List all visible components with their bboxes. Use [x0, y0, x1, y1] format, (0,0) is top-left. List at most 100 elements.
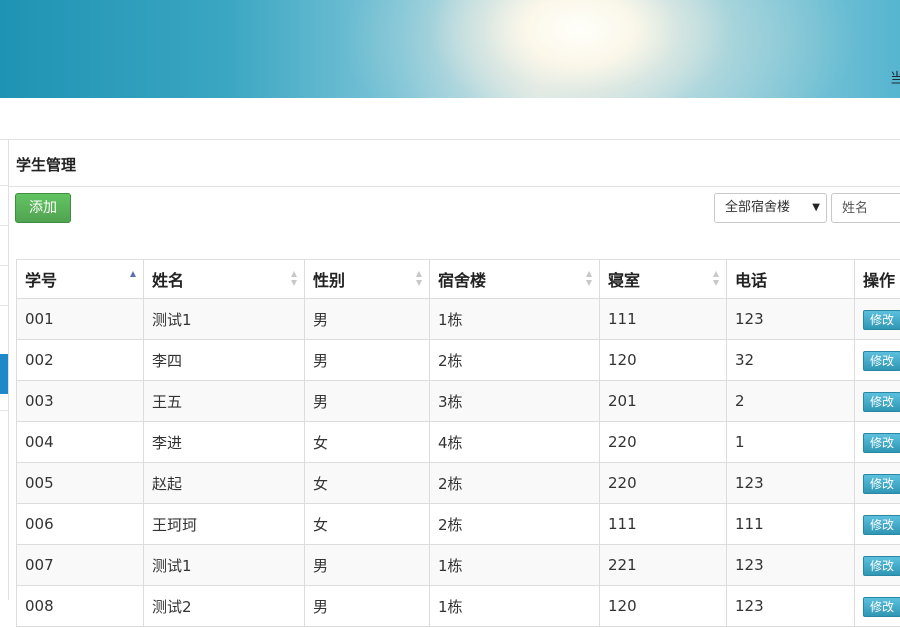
cell-gender: 男	[305, 299, 430, 340]
header-user-text[interactable]: 当	[890, 68, 900, 88]
sort-icon[interactable]	[713, 271, 720, 287]
cell-room: 120	[600, 340, 727, 381]
sidebar-item-active[interactable]	[0, 354, 8, 394]
cell-actions: 修改	[855, 381, 900, 422]
header-banner: 当	[0, 0, 900, 98]
edit-button[interactable]: 修改	[863, 310, 900, 330]
cell-gender: 男	[305, 381, 430, 422]
cell-name: 测试1	[144, 299, 305, 340]
cell-phone: 123	[727, 545, 855, 586]
edit-button[interactable]: 修改	[863, 556, 900, 576]
table-row: 005 赵起 女 2栋 220 123 修改	[17, 463, 900, 504]
edit-button[interactable]: 修改	[863, 597, 900, 617]
cell-building: 2栋	[430, 463, 600, 504]
edit-button[interactable]: 修改	[863, 433, 900, 453]
page-title: 学生管理	[16, 154, 76, 175]
table-header-row: 学号 姓名 性别 宿舍楼 寝室 电话 操作	[17, 260, 900, 299]
cell-building: 1栋	[430, 545, 600, 586]
cell-gender: 男	[305, 586, 430, 627]
cell-phone: 123	[727, 586, 855, 627]
column-header-room[interactable]: 寝室	[600, 260, 727, 299]
cell-name: 李进	[144, 422, 305, 463]
column-header-actions: 操作	[855, 260, 900, 299]
sidebar-divider	[0, 225, 8, 226]
cell-name: 测试1	[144, 545, 305, 586]
cell-building: 3栋	[430, 381, 600, 422]
table-row: 004 李进 女 4栋 220 1 修改	[17, 422, 900, 463]
column-header-building[interactable]: 宿舍楼	[430, 260, 600, 299]
name-search-input[interactable]	[831, 193, 900, 223]
edit-button[interactable]: 修改	[863, 351, 900, 371]
sidebar-divider	[0, 265, 8, 266]
building-select-value: 全部宿舍楼	[725, 200, 790, 215]
sidebar-divider	[0, 410, 8, 411]
cell-phone: 123	[727, 463, 855, 504]
cell-building: 1栋	[430, 299, 600, 340]
cell-name: 李四	[144, 340, 305, 381]
add-button[interactable]: 添加	[15, 193, 71, 223]
cell-gender: 女	[305, 504, 430, 545]
cell-id: 003	[17, 381, 144, 422]
cell-gender: 女	[305, 463, 430, 504]
sort-asc-icon[interactable]	[130, 271, 137, 287]
student-table: 学号 姓名 性别 宿舍楼 寝室 电话 操作 001 测试1 男 1栋 111 1…	[16, 259, 900, 627]
column-header-name[interactable]: 姓名	[144, 260, 305, 299]
cell-room: 201	[600, 381, 727, 422]
table-row: 007 测试1 男 1栋 221 123 修改	[17, 545, 900, 586]
cell-id: 002	[17, 340, 144, 381]
cell-actions: 修改	[855, 504, 900, 545]
cell-actions: 修改	[855, 299, 900, 340]
table-row: 006 王珂珂 女 2栋 111 111 修改	[17, 504, 900, 545]
cell-building: 1栋	[430, 586, 600, 627]
sidebar-divider	[0, 305, 8, 306]
sort-icon[interactable]	[416, 271, 423, 287]
cell-actions: 修改	[855, 586, 900, 627]
sidebar-divider	[0, 185, 8, 186]
cell-id: 005	[17, 463, 144, 504]
table-row: 001 测试1 男 1栋 111 123 修改	[17, 299, 900, 340]
edit-button[interactable]: 修改	[863, 515, 900, 535]
table-row: 002 李四 男 2栋 120 32 修改	[17, 340, 900, 381]
cell-room: 221	[600, 545, 727, 586]
edit-button[interactable]: 修改	[863, 474, 900, 494]
column-header-phone: 电话	[727, 260, 855, 299]
cell-room: 220	[600, 463, 727, 504]
cell-actions: 修改	[855, 545, 900, 586]
sidebar	[0, 140, 9, 600]
cell-id: 006	[17, 504, 144, 545]
cell-building: 2栋	[430, 504, 600, 545]
caret-down-icon: ▼	[812, 194, 820, 222]
cell-phone: 111	[727, 504, 855, 545]
building-select[interactable]: 全部宿舍楼 ▼	[714, 193, 827, 223]
column-header-gender[interactable]: 性别	[305, 260, 430, 299]
cell-id: 001	[17, 299, 144, 340]
cell-actions: 修改	[855, 463, 900, 504]
sort-icon[interactable]	[291, 271, 298, 287]
cell-room: 120	[600, 586, 727, 627]
cell-room: 111	[600, 299, 727, 340]
cell-gender: 女	[305, 422, 430, 463]
cell-actions: 修改	[855, 340, 900, 381]
cell-building: 2栋	[430, 340, 600, 381]
edit-button[interactable]: 修改	[863, 392, 900, 412]
cell-name: 王五	[144, 381, 305, 422]
cell-phone: 1	[727, 422, 855, 463]
cell-name: 赵起	[144, 463, 305, 504]
nav-bar	[0, 98, 900, 140]
table-row: 003 王五 男 3栋 201 2 修改	[17, 381, 900, 422]
cell-id: 008	[17, 586, 144, 627]
cell-id: 007	[17, 545, 144, 586]
title-divider	[9, 186, 900, 187]
cell-building: 4栋	[430, 422, 600, 463]
cell-name: 王珂珂	[144, 504, 305, 545]
column-header-id[interactable]: 学号	[17, 260, 144, 299]
sort-icon[interactable]	[586, 271, 593, 287]
cell-name: 测试2	[144, 586, 305, 627]
cell-phone: 123	[727, 299, 855, 340]
cell-actions: 修改	[855, 422, 900, 463]
cell-phone: 2	[727, 381, 855, 422]
table-row: 008 测试2 男 1栋 120 123 修改	[17, 586, 900, 627]
cell-gender: 男	[305, 545, 430, 586]
cell-gender: 男	[305, 340, 430, 381]
cell-phone: 32	[727, 340, 855, 381]
